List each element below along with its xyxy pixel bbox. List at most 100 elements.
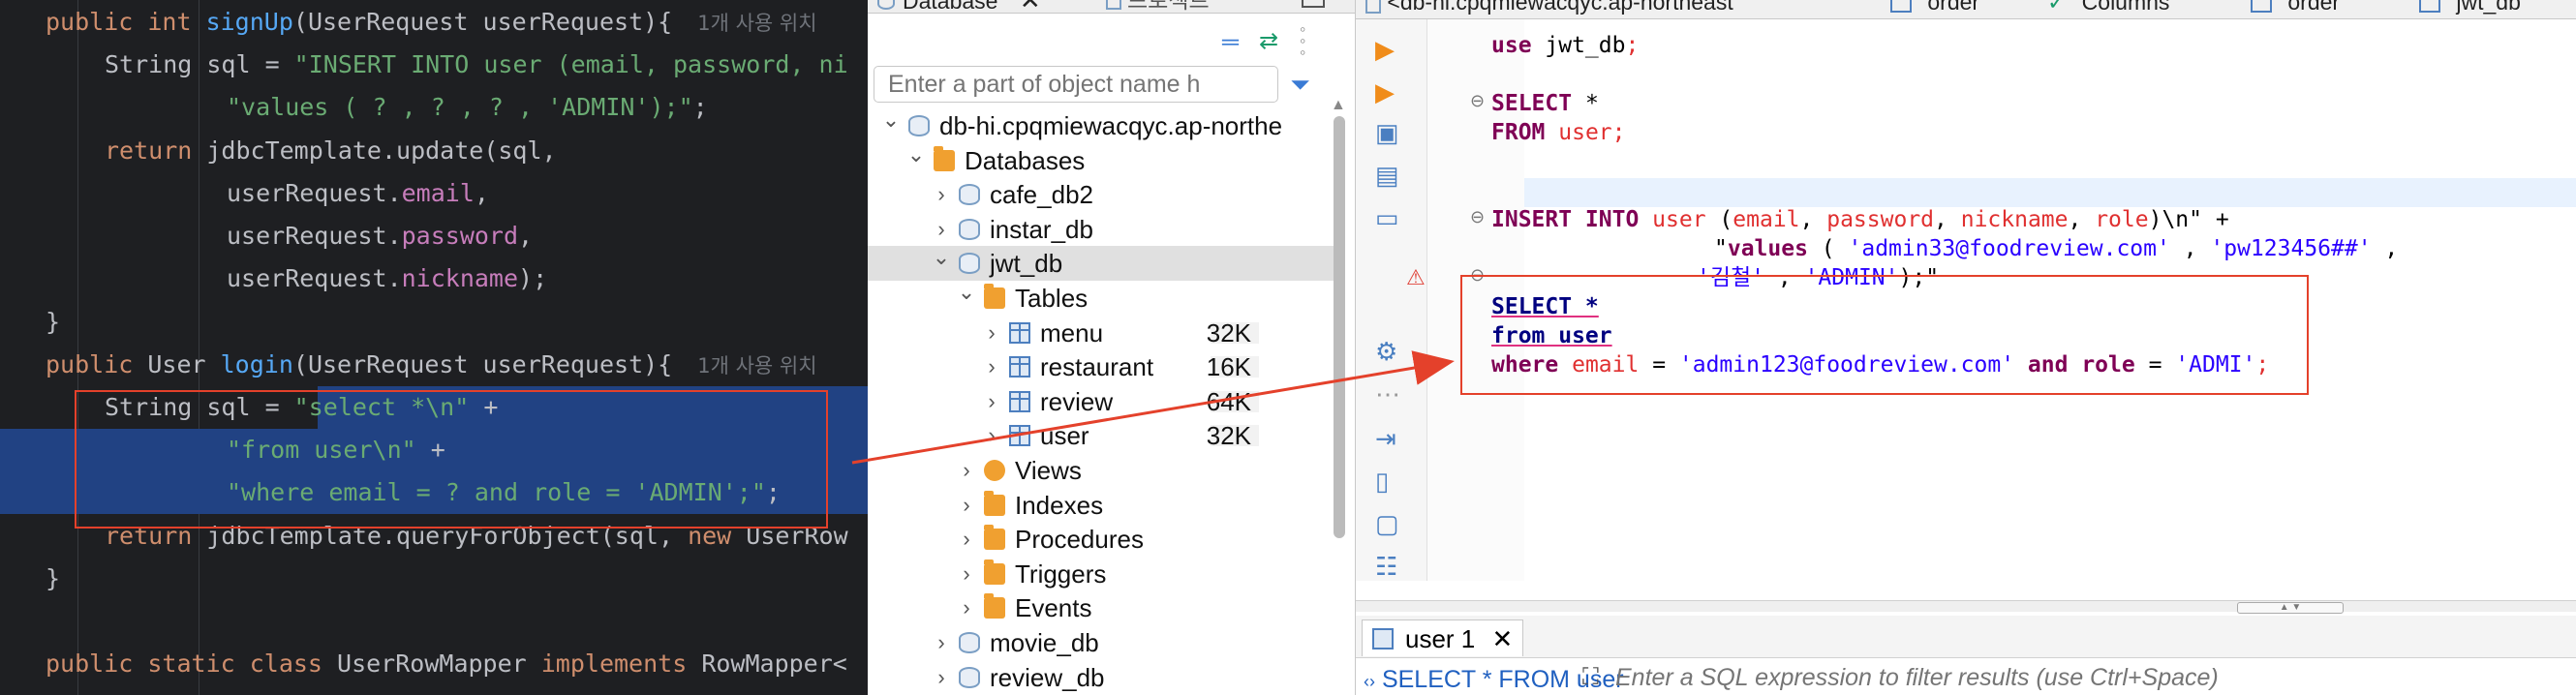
chevron-right-icon[interactable]: › bbox=[932, 177, 951, 212]
panel-splitter[interactable] bbox=[1356, 600, 2576, 612]
execute-statement-icon[interactable]: ▶ bbox=[1375, 35, 1395, 65]
sql-token: nickname bbox=[1960, 207, 2069, 232]
chevron-right-icon[interactable]: › bbox=[957, 557, 976, 591]
tree-item-user[interactable]: › user 32K bbox=[868, 418, 1342, 453]
chevron-right-icon[interactable]: › bbox=[982, 349, 1001, 384]
explain-plan-icon[interactable]: ▤ bbox=[1375, 161, 1399, 191]
tab-connection[interactable]: <db-hi.cpqmiewacqyc.ap-northeast bbox=[1365, 0, 1733, 15]
minimize-icon[interactable] bbox=[1302, 0, 1325, 8]
error-log-icon[interactable]: ▯ bbox=[1375, 467, 1389, 497]
scrollbar-thumb[interactable] bbox=[1334, 116, 1345, 538]
database-navigator: Database ✕ 프로젝트 ═ ⇄ ◦◦◦ ⏷ ⌄db-hi.cpqmiew… bbox=[868, 0, 1356, 695]
tab-order-2[interactable]: order bbox=[2251, 0, 2340, 15]
folder-icon bbox=[984, 525, 1005, 551]
tab-order[interactable]: order bbox=[1890, 0, 1979, 15]
chevron-right-icon[interactable]: › bbox=[932, 625, 951, 660]
table-icon bbox=[2251, 0, 2272, 13]
tab-jwt-db[interactable]: jwt_db bbox=[2419, 0, 2521, 15]
tree-item-views[interactable]: › Views bbox=[868, 453, 1342, 488]
export-icon[interactable]: ⇥ bbox=[1375, 424, 1396, 454]
tree-item-tables[interactable]: ⌄ Tables bbox=[868, 280, 1342, 316]
chevron-right-icon[interactable]: › bbox=[982, 316, 1001, 350]
result-filter-bar: ‹› SELECT * FROM user ⛶ bbox=[1356, 660, 2576, 695]
chevron-down-icon[interactable]: ⌄ bbox=[932, 240, 951, 275]
filter-icon[interactable]: ⏷ bbox=[1290, 70, 1310, 101]
tree-item-label: user bbox=[1040, 421, 1089, 451]
tree-item-cafe-db2[interactable]: › cafe_db2 bbox=[868, 177, 1342, 212]
tree-item-label: Databases bbox=[965, 145, 1086, 175]
tree-item-procedures[interactable]: › Procedures bbox=[868, 522, 1342, 557]
chevron-right-icon[interactable]: › bbox=[957, 488, 976, 523]
tree-item-menu[interactable]: › menu 32K bbox=[868, 316, 1342, 350]
sql-token: FROM bbox=[1491, 120, 1559, 145]
result-filter-input[interactable] bbox=[1615, 660, 2564, 695]
collapse-all-icon[interactable]: ═ bbox=[1222, 29, 1239, 56]
code-token: , bbox=[518, 222, 534, 250]
tree-item-label: cafe_db2 bbox=[990, 180, 1093, 210]
chevron-right-icon[interactable]: › bbox=[982, 384, 1001, 419]
result-tab-user[interactable]: user 1 ✕ bbox=[1362, 619, 1524, 656]
more-options-icon[interactable]: ◦ ◦ ◦ bbox=[1300, 20, 1305, 61]
code-token: ; bbox=[692, 93, 708, 121]
tree-item-restaurant[interactable]: › restaurant 16K bbox=[868, 349, 1342, 384]
chevron-right-icon[interactable]: › bbox=[957, 522, 976, 557]
code-token: int bbox=[147, 8, 206, 36]
tree-item-label: jwt_db bbox=[990, 249, 1063, 279]
table-size: 16K bbox=[1206, 352, 1251, 382]
more-icon[interactable]: ⋯ bbox=[1375, 379, 1400, 409]
chevron-down-icon[interactable]: ⌄ bbox=[906, 137, 926, 172]
chevron-right-icon[interactable]: › bbox=[932, 660, 951, 695]
tree-item-jwt-db[interactable]: ⌄ jwt_db bbox=[868, 245, 1342, 282]
chevron-right-icon[interactable]: › bbox=[982, 418, 1001, 453]
database-icon bbox=[959, 666, 980, 688]
terminal-icon[interactable]: ▭ bbox=[1375, 203, 1399, 233]
tab-label: Columns bbox=[2081, 0, 2170, 15]
link-editor-icon[interactable]: ⇄ bbox=[1259, 27, 1278, 55]
sql-token: user bbox=[1558, 120, 1612, 145]
tree-item-review[interactable]: › review 64K bbox=[868, 384, 1342, 419]
tab-database[interactable]: Database ✕ bbox=[877, 0, 1041, 14]
expand-icon[interactable]: ⛶ bbox=[1582, 664, 1599, 691]
tree-item-db-hi-cpqmiewacqyc-ap-northe[interactable]: ⌄ db-hi.cpqmiewacqyc.ap-northe bbox=[868, 107, 1342, 143]
fold-icon[interactable]: ⊖ bbox=[1470, 207, 1485, 227]
tree-item-label: Views bbox=[1015, 456, 1082, 485]
chevron-right-icon[interactable]: › bbox=[957, 453, 976, 488]
chevron-right-icon[interactable]: › bbox=[957, 590, 976, 625]
code-token: User bbox=[147, 350, 221, 378]
settings-icon[interactable]: ⚙ bbox=[1375, 337, 1397, 367]
tree-item-triggers[interactable]: › Triggers bbox=[868, 557, 1342, 591]
fold-icon[interactable]: ⊖ bbox=[1470, 91, 1485, 111]
code-editor-panel[interactable]: public int signUp(UserRequest userReques… bbox=[0, 0, 868, 695]
outline-icon[interactable]: ☷ bbox=[1375, 552, 1397, 582]
sql-line: INSERT INTO user (email, password, nickn… bbox=[1491, 205, 2229, 234]
database-icon bbox=[959, 184, 980, 206]
execute-script-icon[interactable]: ▣ bbox=[1375, 118, 1399, 148]
navigator-scrollbar[interactable]: ▲ bbox=[1323, 0, 1355, 695]
format-icon[interactable]: ▢ bbox=[1375, 509, 1399, 539]
tree-item-events[interactable]: › Events bbox=[868, 590, 1342, 625]
tab-columns[interactable]: ✓ Columns bbox=[2047, 0, 2169, 15]
result-tabs: user 1 ✕ bbox=[1356, 616, 2576, 658]
tree-item-movie-db[interactable]: › movie_db bbox=[868, 625, 1342, 660]
scroll-up-icon[interactable]: ▲ bbox=[1331, 97, 1346, 114]
object-search-input[interactable] bbox=[874, 66, 1278, 103]
tree-item-indexes[interactable]: › Indexes bbox=[868, 488, 1342, 523]
code-token: , bbox=[474, 179, 489, 207]
tree-item-databases[interactable]: ⌄ Databases bbox=[868, 142, 1342, 178]
code-line: userRequest.nickname); bbox=[0, 257, 868, 300]
chevron-down-icon[interactable]: ⌄ bbox=[881, 103, 901, 137]
code-token: jdbcTemplate.update(sql, bbox=[206, 136, 557, 165]
tree-item-review-db[interactable]: › review_db bbox=[868, 660, 1342, 695]
usage-hint[interactable]: 1개 사용 위치 bbox=[697, 12, 816, 35]
chevron-down-icon[interactable]: ⌄ bbox=[957, 275, 976, 310]
tab-project[interactable]: 프로젝트 bbox=[1106, 0, 1210, 14]
usage-hint[interactable]: 1개 사용 위치 bbox=[697, 354, 816, 378]
close-icon[interactable]: ✕ bbox=[1020, 0, 1041, 15]
close-icon[interactable]: ✕ bbox=[1492, 624, 1514, 653]
splitter-handle[interactable]: ▲ ▼ bbox=[2237, 602, 2344, 614]
warning-icon[interactable]: ⚠ bbox=[1406, 265, 1426, 290]
sql-token: jwt_db bbox=[1545, 33, 1626, 58]
execute-in-new-tab-icon[interactable]: ▶ bbox=[1375, 77, 1395, 107]
code-token: String sql = bbox=[105, 50, 294, 78]
tab-label: order bbox=[1927, 0, 1980, 15]
